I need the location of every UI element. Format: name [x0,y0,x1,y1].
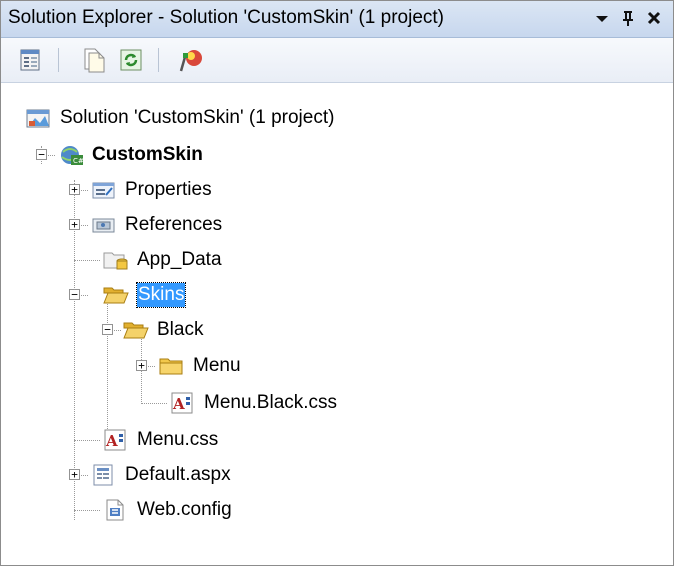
tree-label: Menu.Black.css [204,392,338,413]
tree-line [74,440,100,441]
tree-node-black[interactable]: Black [123,313,203,347]
expand-toggle[interactable]: + [69,469,80,480]
tree-node-skins[interactable]: Skins [103,278,187,312]
properties-icon [20,49,40,71]
open-folder-icon [123,318,149,342]
tree-node-solution[interactable]: Solution 'CustomSkin' (1 project) [26,101,334,135]
close-icon [647,11,661,25]
css-file-icon: A [170,391,196,415]
title-bar[interactable]: Solution Explorer - Solution 'CustomSkin… [1,1,673,38]
expand-toggle[interactable]: + [136,360,147,371]
expand-toggle[interactable]: + [69,219,80,230]
refresh-icon [120,49,142,71]
tree-line [107,301,108,441]
references-icon [91,213,117,237]
tree-label: Default.aspx [125,464,231,485]
tree-node-menu-folder[interactable]: Menu [159,349,241,383]
tree-label: CustomSkin [92,144,203,165]
solution-tree: − + + − − + + Solution 'CustomSkin' (1 p… [1,83,673,565]
tree-label: References [125,214,223,235]
view-class-diagram-button[interactable] [179,47,205,73]
tree-node-app-data[interactable]: App_Data [103,243,222,277]
tree-line [74,260,100,261]
collapse-toggle[interactable]: − [69,289,80,300]
collapse-toggle[interactable]: − [36,149,47,160]
tree-line [74,510,100,511]
dropdown-button[interactable] [591,5,613,31]
tree-label: Properties [125,179,212,200]
tree-node-properties[interactable]: Properties [91,173,212,207]
svg-text:A: A [105,432,118,450]
svg-text:A: A [172,395,185,413]
window-title: Solution Explorer - Solution 'CustomSkin… [8,7,444,28]
csharp-project-icon: C# [58,143,84,167]
app-data-folder-icon [103,248,129,272]
tree-line [141,403,167,404]
tree-node-menu-css[interactable]: A Menu.css [103,423,218,457]
solution-explorer-window: Solution Explorer - Solution 'CustomSkin… [0,0,674,566]
toolbar [1,38,673,83]
tree-node-project[interactable]: C# CustomSkin [58,138,203,172]
expand-toggle[interactable]: + [69,184,80,195]
tree-label: Menu.css [137,429,219,450]
auto-hide-button[interactable] [617,5,639,31]
svg-text:C#: C# [73,157,84,165]
properties-folder-icon [91,178,117,202]
collapse-toggle[interactable]: − [102,324,113,335]
tree-node-menu-black-css[interactable]: A Menu.Black.css [170,386,337,420]
folder-icon [159,354,185,378]
show-all-files-icon [84,48,105,73]
properties-button[interactable] [18,47,44,73]
pin-icon [623,11,633,26]
tree-label: Solution 'CustomSkin' (1 project) [60,107,335,128]
toolbar-separator [158,48,159,72]
tree-label: Menu [193,355,241,376]
aspx-page-icon [91,463,117,487]
tree-node-web-config[interactable]: Web.config [103,493,232,527]
tree-node-references[interactable]: References [91,208,222,242]
open-folder-icon [103,283,129,307]
view-class-diagram-icon [179,50,202,72]
css-file-icon: A [103,428,129,452]
tree-node-default-aspx[interactable]: Default.aspx [91,458,231,492]
chevron-down-icon [596,16,608,22]
show-all-files-button[interactable] [81,47,107,73]
tree-label: Skins [135,282,187,308]
toolbar-separator [58,48,59,72]
refresh-button[interactable] [118,47,144,73]
tree-label: App_Data [137,249,222,270]
solution-icon [26,106,52,130]
tree-label: Black [157,319,204,340]
close-button[interactable] [643,5,665,31]
config-file-icon [103,498,129,522]
tree-label: Web.config [137,499,232,520]
